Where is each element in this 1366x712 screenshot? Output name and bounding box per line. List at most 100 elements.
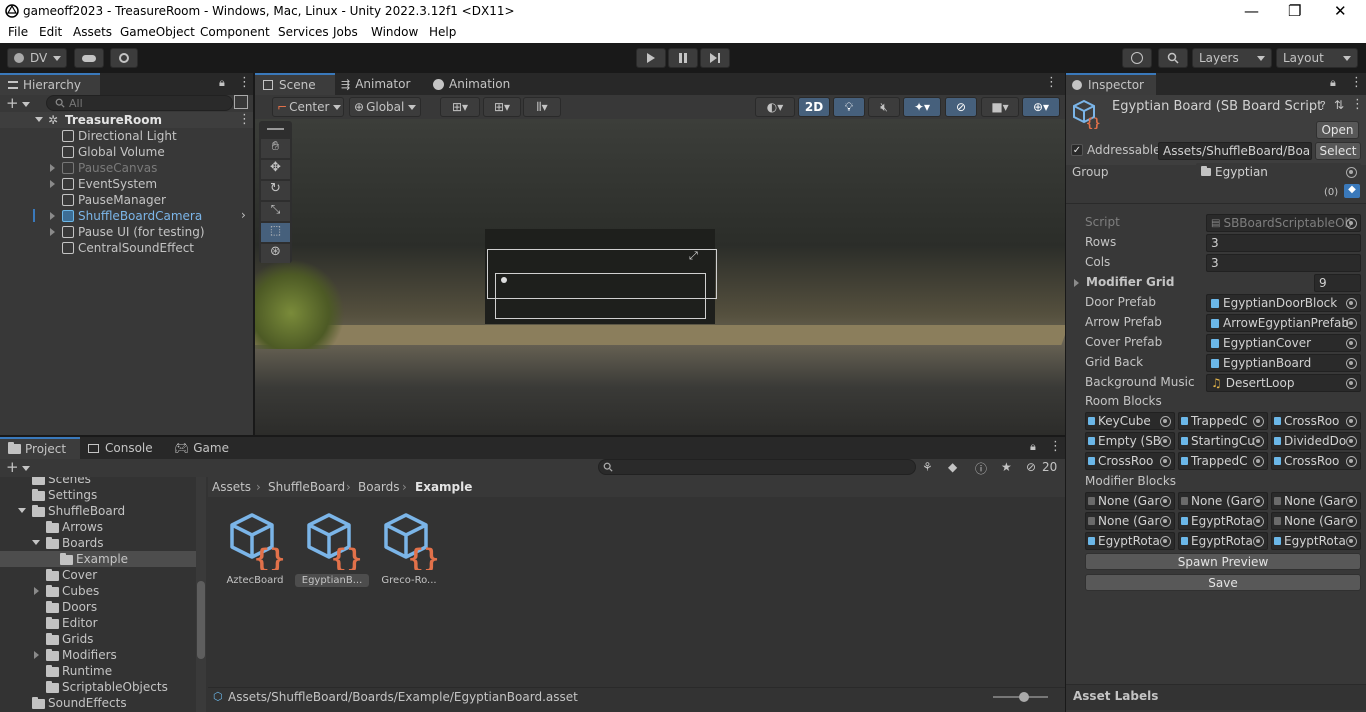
hierarchy-item[interactable]: PauseManager — [0, 192, 253, 208]
effects-dropdown[interactable]: ✦▾ — [903, 97, 941, 117]
more-options-icon[interactable]: ⋮ — [1049, 439, 1062, 454]
field-value[interactable]: 3 — [1206, 254, 1361, 272]
chevron-down-icon[interactable] — [22, 102, 30, 107]
folder-tree-item[interactable]: Cubes — [0, 583, 196, 599]
folder-tree-item[interactable]: Settings — [0, 487, 196, 503]
select-button[interactable]: Select — [1315, 142, 1361, 160]
asset-item[interactable]: {} AztecBoard — [218, 512, 293, 590]
label-tag-icon[interactable]: ◆ — [1344, 184, 1360, 198]
step-button[interactable] — [700, 48, 730, 68]
camera-dropdown[interactable]: ■▾ — [981, 97, 1019, 117]
rect-tool-button[interactable]: ⬚ — [261, 223, 290, 242]
chevron-right-icon[interactable]: › — [241, 208, 246, 222]
object-picker-icon[interactable] — [1160, 456, 1171, 467]
object-picker-icon[interactable] — [1346, 318, 1357, 329]
block-slot-field[interactable]: EgyptRota — [1178, 512, 1268, 530]
breadcrumb-assets[interactable]: Assets — [212, 480, 251, 494]
breadcrumb-example[interactable]: Example — [415, 480, 472, 494]
hierarchy-item[interactable]: Pause UI (for testing) — [0, 224, 253, 240]
hierarchy-item[interactable]: Global Volume — [0, 144, 253, 160]
menu-component[interactable]: Component — [200, 25, 270, 39]
chevron-right-icon[interactable] — [50, 212, 55, 220]
object-picker-icon[interactable] — [1346, 536, 1357, 547]
field-value[interactable]: EgyptianBoard — [1206, 354, 1361, 372]
addressable-checkbox[interactable]: ✓ — [1071, 144, 1083, 156]
field-value[interactable]: ♫ DesertLoop — [1206, 374, 1361, 392]
gizmos-dropdown[interactable]: ⊕▾ — [1022, 97, 1060, 117]
lock-icon[interactable]: 🔒︎ — [1030, 440, 1036, 454]
more-options-icon[interactable]: ⋮ — [238, 112, 251, 127]
zoom-slider-thumb[interactable] — [1019, 692, 1029, 702]
chevron-right-icon[interactable] — [50, 180, 55, 188]
hierarchy-item[interactable]: PauseCanvas — [0, 160, 253, 176]
favorite-star-icon[interactable]: ★ — [1001, 460, 1012, 474]
object-picker-icon[interactable] — [1346, 416, 1357, 427]
menu-window[interactable]: Window — [371, 25, 418, 39]
filter-by-label-icon[interactable]: ◆ — [948, 460, 957, 474]
tab-console[interactable]: Console — [88, 437, 168, 459]
increment-snap-button[interactable]: ⊞▾ — [483, 97, 521, 117]
menu-edit[interactable]: Edit — [39, 25, 62, 39]
object-picker-icon[interactable] — [1346, 358, 1357, 369]
tab-animator[interactable]: ⇶ Animator — [341, 73, 431, 95]
object-picker-icon[interactable] — [1160, 516, 1171, 527]
addressable-address-field[interactable]: Assets/ShuffleBoard/Boar — [1158, 142, 1312, 160]
folder-tree-item[interactable]: Scenes — [0, 477, 196, 487]
chevron-right-icon[interactable] — [50, 228, 55, 236]
modifier-grid-size-field[interactable]: 9 — [1314, 274, 1361, 292]
play-button[interactable] — [636, 48, 666, 68]
folder-tree-item[interactable]: Boards — [0, 535, 196, 551]
hierarchy-item[interactable]: Directional Light — [0, 128, 253, 144]
inspector-field-row[interactable]: Arrow Prefab ArrowEgyptianPrefab — [1066, 313, 1366, 333]
object-picker-icon[interactable] — [1346, 436, 1357, 447]
block-slot-field[interactable]: None (Gar — [1085, 512, 1175, 530]
inspector-field-row[interactable]: Cover Prefab EgyptianCover — [1066, 333, 1366, 353]
create-button[interactable]: + — [6, 458, 19, 476]
chevron-right-icon[interactable] — [1074, 279, 1079, 287]
object-picker-icon[interactable] — [1346, 218, 1357, 229]
menu-services[interactable]: Services — [278, 25, 329, 39]
inspector-field-row[interactable]: Background Music ♫ DesertLoop — [1066, 373, 1366, 393]
transform-tool-button[interactable]: ⊛ — [261, 244, 290, 263]
tab-hierarchy[interactable]: Hierarchy — [0, 73, 100, 95]
chevron-down-icon[interactable] — [18, 508, 26, 513]
layers-dropdown[interactable]: Layers — [1192, 48, 1272, 68]
object-picker-icon[interactable] — [1346, 456, 1357, 467]
menu-assets[interactable]: Assets — [73, 25, 112, 39]
block-slot-field[interactable]: None (Gar — [1178, 492, 1268, 510]
cloud-button[interactable] — [74, 48, 104, 68]
group-field[interactable]: Egyptian — [1196, 163, 1361, 181]
object-picker-icon[interactable] — [1346, 378, 1357, 389]
breadcrumb-boards[interactable]: Boards — [358, 480, 400, 494]
object-picker-icon[interactable] — [1253, 456, 1264, 467]
add-button[interactable]: + — [6, 94, 19, 112]
inspector-field-row[interactable]: Rows 3 — [1066, 233, 1366, 253]
scale-tool-button[interactable]: ⤡ — [261, 202, 290, 221]
grid-snap-button[interactable]: ⊞▾ — [440, 97, 480, 117]
folder-tree-item[interactable]: Runtime — [0, 663, 196, 679]
warning-filter-icon[interactable]: ⓘ — [975, 460, 987, 477]
folder-tree-item[interactable]: Modifiers — [0, 647, 196, 663]
menu-help[interactable]: Help — [429, 25, 456, 39]
block-slot-field[interactable]: CrossRoo — [1085, 452, 1175, 470]
chevron-down-icon[interactable] — [32, 540, 40, 545]
more-options-icon[interactable]: ⋮ — [238, 75, 251, 90]
scene-filter-icon[interactable] — [234, 95, 248, 109]
scene-row[interactable]: ✲ TreasureRoom ⋮ — [0, 112, 253, 128]
chevron-right-icon[interactable] — [34, 651, 39, 659]
object-picker-icon[interactable] — [1160, 496, 1171, 507]
layout-dropdown[interactable]: Layout — [1276, 48, 1358, 68]
filter-by-type-icon[interactable]: ⚘ — [922, 460, 933, 474]
block-slot-field[interactable]: None (Gar — [1271, 492, 1361, 510]
chevron-down-icon[interactable] — [22, 466, 30, 471]
project-search-input[interactable] — [598, 459, 916, 475]
tab-project[interactable]: Project — [0, 437, 80, 459]
mode-2d-toggle[interactable]: 2D — [798, 97, 830, 117]
hierarchy-item[interactable]: ShuffleBoardCamera › — [0, 208, 253, 224]
search-button[interactable] — [1158, 48, 1188, 68]
scene-viewport[interactable]: ⤢ ✋︎ ✥ ↻ ⤡ ⬚ ⊛ — [255, 119, 1065, 435]
hand-tool-button[interactable]: ✋︎ — [261, 139, 290, 158]
collab-button[interactable] — [110, 48, 138, 68]
audio-toggle[interactable]: 🔇︎ — [868, 97, 900, 117]
object-picker-icon[interactable] — [1253, 436, 1264, 447]
